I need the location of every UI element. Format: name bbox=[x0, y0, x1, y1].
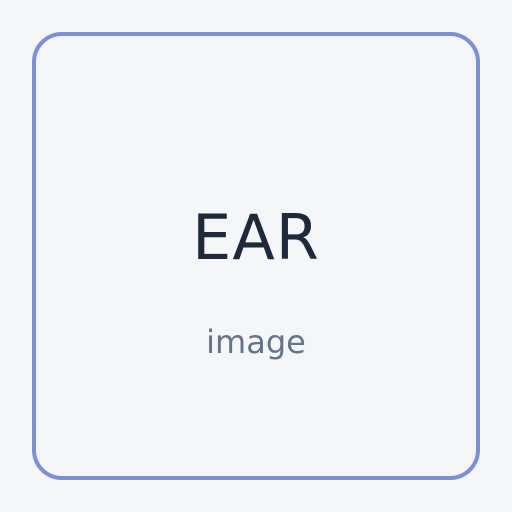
placeholder-subtitle: image bbox=[206, 323, 306, 361]
placeholder-title: EAR bbox=[192, 201, 320, 274]
